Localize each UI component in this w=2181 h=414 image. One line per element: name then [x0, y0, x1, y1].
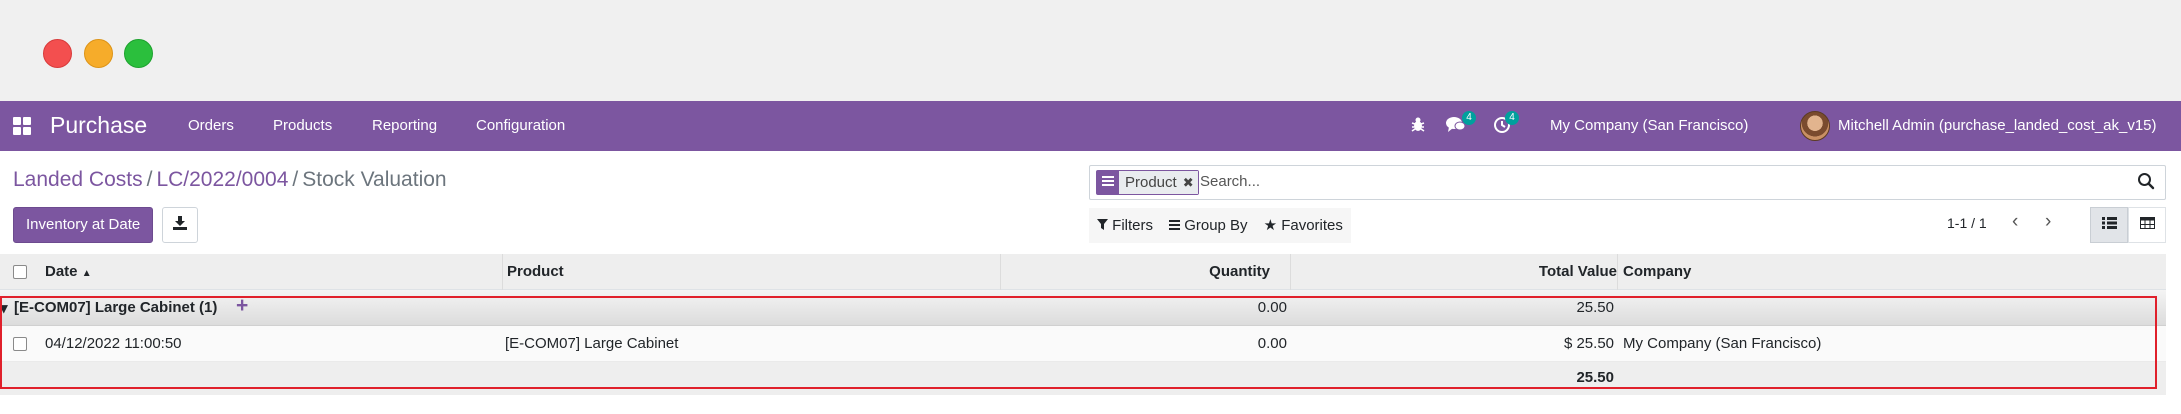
group-row[interactable]: ▾ [E-COM07] Large Cabinet (1) + 0.00 25.… — [0, 290, 2166, 326]
control-panel: Landed Costs / LC/2022/0004/Stock Valuatio… — [0, 151, 2181, 254]
column-header-total-value[interactable]: Total Value — [1295, 263, 1617, 280]
favorites-dropdown[interactable]: ★ Favorites — [1256, 208, 1351, 243]
pager-next-icon[interactable]: › — [2045, 211, 2051, 233]
group-by-label: Group By — [1184, 217, 1248, 234]
search-icon[interactable] — [2137, 172, 2159, 194]
menu-products[interactable]: Products — [273, 117, 332, 134]
select-all-checkbox[interactable] — [13, 265, 27, 279]
row-company: My Company (San Francisco) — [1623, 335, 1822, 352]
debug-bug-icon[interactable] — [1410, 116, 1426, 139]
group-total-value: 25.50 — [1576, 299, 1614, 316]
search-input[interactable] — [1200, 173, 2100, 190]
group-by-bars-icon — [1169, 217, 1181, 234]
row-product: [E-COM07] Large Cabinet — [505, 335, 679, 352]
menu-orders[interactable]: Orders — [188, 117, 234, 134]
table-footer: 25.50 — [0, 362, 2166, 395]
window-titlebar — [0, 0, 2181, 101]
search-facet-product: Product ✖ — [1096, 170, 1199, 195]
breadcrumb-landed-cost-record[interactable]: LC/2022/0004 — [156, 168, 288, 191]
favorites-star-icon: ★ — [1263, 217, 1278, 234]
filters-dropdown[interactable]: Filters — [1089, 208, 1161, 243]
table-grid-icon — [2139, 217, 2155, 229]
add-record-plus-icon[interactable]: + — [236, 294, 248, 318]
breadcrumb-separator: / — [146, 168, 153, 191]
maximize-window-button[interactable] — [124, 39, 153, 68]
apps-menu-icon[interactable] — [13, 117, 31, 135]
footer-total-value: 25.50 — [1576, 369, 1614, 386]
user-avatar[interactable] — [1800, 111, 1830, 141]
menu-reporting[interactable]: Reporting — [372, 117, 437, 134]
breadcrumb-separator: / — [292, 168, 299, 191]
minimize-window-button[interactable] — [84, 39, 113, 68]
column-header-product[interactable]: Product — [507, 263, 564, 280]
breadcrumb-landed-costs[interactable]: Landed Costs — [13, 168, 143, 191]
table-header: Date ▲ Product Quantity Total Value Comp… — [0, 254, 2166, 290]
row-quantity: 0.00 — [1257, 335, 1287, 352]
list-view-button[interactable] — [2090, 207, 2128, 243]
row-total-value: $ 25.50 — [1563, 335, 1614, 352]
list-view: Date ▲ Product Quantity Total Value Comp… — [0, 254, 2181, 414]
pager-previous-icon[interactable]: ‹ — [2012, 211, 2018, 233]
group-by-facet-icon — [1097, 171, 1119, 194]
download-button[interactable] — [162, 207, 198, 243]
activities-badge: 4 — [1505, 111, 1519, 125]
breadcrumb: Landed Costs / LC/2022/0004/Stock Valuatio… — [13, 168, 447, 192]
group-caret-icon: ▾ — [0, 300, 8, 317]
facet-value: Product — [1119, 171, 1183, 194]
breadcrumb-current: Stock Valuation — [302, 168, 447, 191]
search-options: Filters Group By ★ Favorites — [1089, 208, 1351, 243]
app-name[interactable]: Purchase — [50, 112, 147, 139]
filter-funnel-icon — [1097, 217, 1108, 234]
facet-remove-icon[interactable]: ✖ — [1182, 171, 1198, 194]
sort-ascending-icon: ▲ — [81, 268, 92, 279]
favorites-label: Favorites — [1281, 217, 1343, 234]
filters-label: Filters — [1112, 217, 1154, 234]
menu-configuration[interactable]: Configuration — [476, 117, 565, 134]
column-header-date[interactable]: Date ▲ — [45, 263, 92, 280]
main-navbar: Purchase Orders Products Reporting Confi… — [0, 101, 2181, 151]
close-window-button[interactable] — [43, 39, 72, 68]
inventory-at-date-button[interactable]: Inventory at Date — [13, 207, 154, 243]
company-switcher[interactable]: My Company (San Francisco) — [1550, 117, 1748, 134]
list-view-icon — [2101, 217, 2117, 229]
pager-value[interactable]: 1-1 / 1 — [1947, 215, 1987, 231]
download-icon — [173, 216, 187, 230]
table-row[interactable]: 04/12/2022 11:00:50 [E-COM07] Large Cabi… — [0, 326, 2166, 362]
user-menu[interactable]: Mitchell Admin (purchase_landed_cost_ak_… — [1838, 117, 2157, 134]
row-checkbox[interactable] — [13, 337, 27, 351]
group-quantity: 0.00 — [1257, 299, 1287, 316]
messages-badge: 4 — [1462, 111, 1476, 125]
column-header-company[interactable]: Company — [1623, 263, 1691, 280]
search-bar: Product ✖ — [1089, 165, 2166, 200]
row-date: 04/12/2022 11:00:50 — [45, 335, 182, 352]
pivot-view-button[interactable] — [2128, 207, 2166, 243]
group-label: [E-COM07] Large Cabinet (1) — [14, 299, 218, 316]
group-by-dropdown[interactable]: Group By — [1161, 208, 1256, 243]
column-header-quantity[interactable]: Quantity — [1005, 263, 1270, 280]
